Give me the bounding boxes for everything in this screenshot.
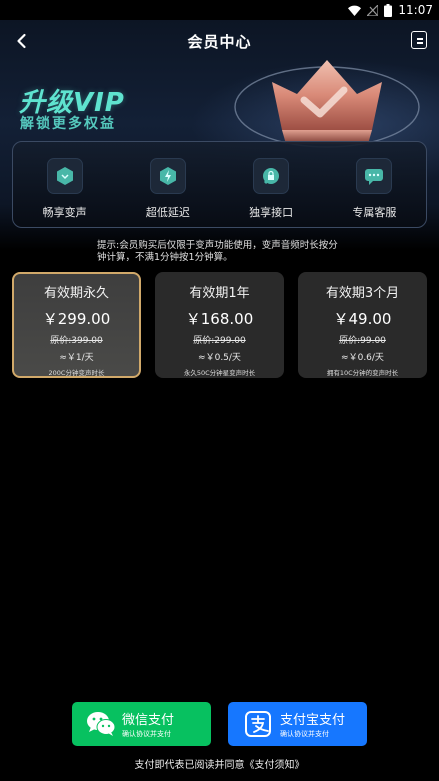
back-arrow-icon[interactable] [10,29,34,53]
agreement-text[interactable]: 支付即代表已阅读并同意《支付须知》 [135,756,305,771]
plan-list: 有效期永久 ￥299.00 原价:399.00 ≈￥1/天 200C分钟变声时长… [12,272,427,378]
features-panel: 畅享变声 超低延迟 独享接口 专属客服 [12,141,427,228]
plan-price: ￥168.00 [185,310,254,328]
feature-customer-service: 专属客服 [334,158,414,227]
plan-title: 有效期永久 [43,286,109,301]
feature-label: 专属客服 [352,206,397,219]
plan-per-day: ≈￥0.5/天 [198,353,241,363]
alipay-icon [245,711,271,737]
lock-speech-icon [253,158,290,194]
wifi-icon [348,5,362,16]
wechat-pay-label: 微信支付 [122,713,175,728]
plan-original-price: 原价:399.00 [50,336,103,346]
feature-exclusive-api: 独享接口 [231,158,311,227]
plan-card-permanent[interactable]: 有效期永久 ￥299.00 原价:399.00 ≈￥1/天 200C分钟变声时长 [12,272,141,378]
plan-title: 有效期3个月 [325,286,400,301]
plan-note: 拥有10C分钟的变声时长 [326,369,399,377]
wechat-icon [87,712,116,736]
plan-per-day: ≈￥1/天 [59,353,94,363]
alipay-button[interactable]: 支付宝支付 确认协议并支付 [228,702,367,746]
feature-label: 独享接口 [249,206,294,219]
plan-original-price: 原价:99.00 [339,336,386,346]
payment-agreement[interactable]: 支付即代表已阅读并同意《支付须知》 [0,756,439,771]
status-time: 11:07 [398,3,433,17]
plan-price: ￥299.00 [42,310,111,328]
lightning-icon [149,158,186,194]
payment-buttons: 微信支付 确认协议并支付 支付宝支付 确认协议并支付 [72,702,367,746]
feature-label: 超低延迟 [145,206,190,219]
feature-voice-change: 畅享变声 [25,158,105,227]
vip-subtitle: 解锁更多权益 [20,116,116,132]
battery-icon [384,3,393,17]
order-list-icon[interactable] [411,31,427,49]
alipay-sub: 确认协议并支付 [280,730,329,738]
plan-card-1-year[interactable]: 有效期1年 ￥168.00 原价:299.00 ≈￥0.5/天 永久50C分钟星… [155,272,284,378]
plan-price: ￥49.00 [333,310,392,328]
no-signal-icon [367,4,379,16]
feature-low-latency: 超低延迟 [128,158,208,227]
alipay-label: 支付宝支付 [280,713,346,728]
wechat-pay-button[interactable]: 微信支付 确认协议并支付 [72,702,211,746]
plan-note: 永久50C分钟星变声时长 [183,369,256,377]
crown-illustration [234,60,420,148]
purchase-tip: 提示:会员购买后仅限于变声功能使用，变声音频时长按分钟计算，不满1分钟按1分钟算… [97,240,338,263]
plan-original-price: 原价:299.00 [193,336,246,346]
chat-bubble-icon [356,158,393,194]
wechat-pay-sub: 确认协议并支付 [122,730,171,738]
page-title: 会员中心 [187,32,252,51]
plan-title: 有效期1年 [189,286,250,301]
feature-label: 畅享变声 [42,206,87,219]
plan-per-day: ≈￥0.6/天 [341,353,384,363]
plan-note: 200C分钟变声时长 [48,369,105,377]
plan-card-3-months[interactable]: 有效期3个月 ￥49.00 原价:99.00 ≈￥0.6/天 拥有10C分钟的变… [298,272,427,378]
voice-cube-icon [46,158,83,194]
status-bar: 11:07 [0,0,439,20]
